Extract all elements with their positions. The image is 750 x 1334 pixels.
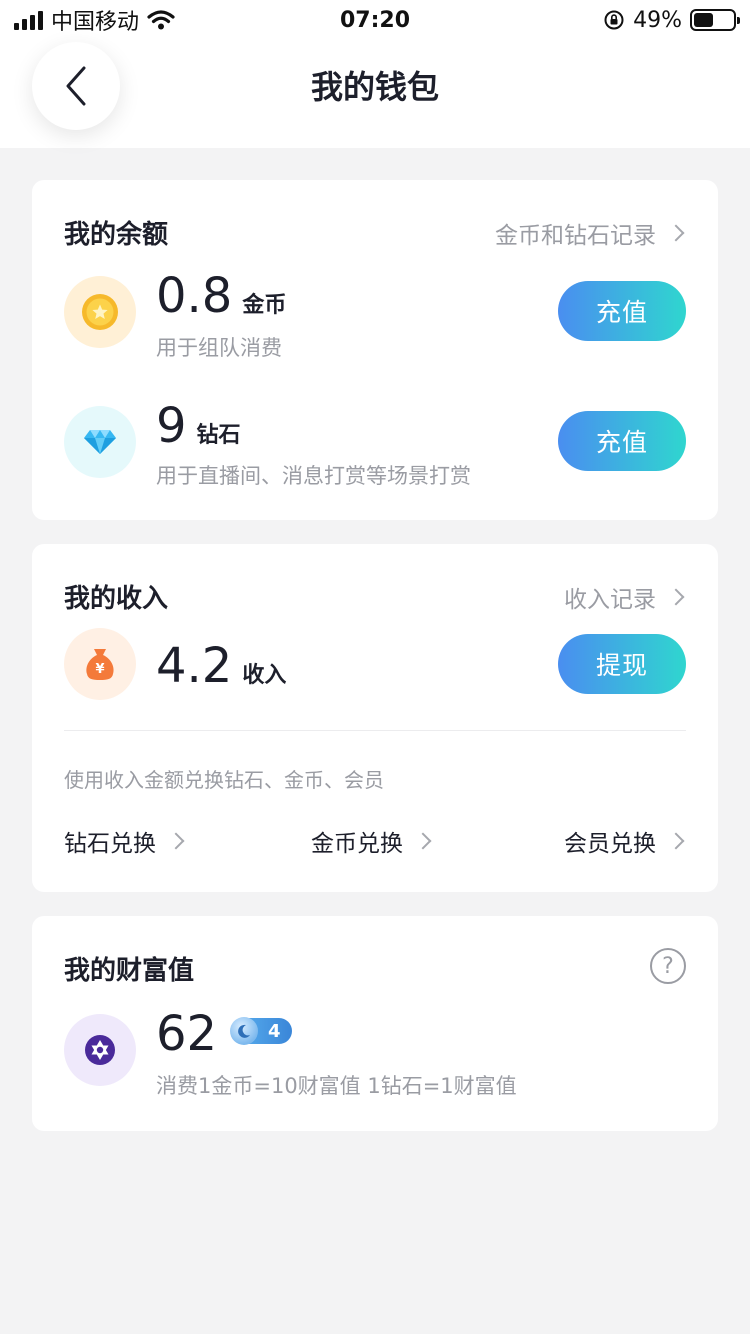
status-left: 中国移动 <box>14 4 175 36</box>
diamond-unit: 钻石 <box>196 423 241 448</box>
member-exchange-link[interactable]: 会员兑换 <box>564 824 685 858</box>
wealth-desc: 消费1金币=10财富值 1钻石=1财富值 <box>156 1074 517 1098</box>
rotation-lock-icon <box>604 10 624 30</box>
diamond-recharge-button[interactable]: 充值 <box>558 411 686 471</box>
chevron-right-icon <box>667 832 685 850</box>
balance-record-link[interactable]: 金币和钻石记录 <box>495 216 685 250</box>
wealth-icon-wrap <box>64 1014 136 1086</box>
status-right: 49% <box>603 7 740 33</box>
chevron-right-icon <box>667 224 685 242</box>
battery-percent: 49% <box>633 7 682 33</box>
coin-desc: 用于组队消费 <box>156 336 282 360</box>
diamond-value: 9 <box>156 398 187 454</box>
member-exchange-label: 会员兑换 <box>564 831 656 857</box>
diamond-icon-wrap <box>64 406 136 478</box>
battery-icon <box>690 9 740 31</box>
status-bar: 中国移动 07:20 49% <box>0 0 750 40</box>
battery-fill <box>694 13 713 27</box>
star-of-david-icon <box>85 1035 115 1065</box>
wifi-icon <box>147 10 175 30</box>
income-record-link[interactable]: 收入记录 <box>564 580 685 614</box>
wealth-title: 我的财富值 <box>64 956 195 986</box>
diamond-desc: 用于直播间、消息打赏等场景打赏 <box>156 464 471 488</box>
diamond-exchange-label: 钻石兑换 <box>64 831 156 857</box>
gold-coin-icon <box>82 294 118 330</box>
svg-text:¥: ¥ <box>95 662 104 677</box>
signal-icon <box>14 10 43 30</box>
balance-record-label: 金币和钻石记录 <box>495 223 656 249</box>
income-value: 4.2 <box>156 638 233 694</box>
exchange-note: 使用收入金额兑换钻石、金币、会员 <box>64 768 384 792</box>
balance-title: 我的余额 <box>64 220 169 250</box>
income-record-label: 收入记录 <box>564 587 656 613</box>
income-balance: 4.2 收入 <box>156 642 286 690</box>
diamond-exchange-link[interactable]: 钻石兑换 <box>64 824 185 858</box>
diamond-icon <box>84 430 116 454</box>
coin-balance: 0.8 金币 <box>156 272 286 320</box>
page-title: 我的钱包 <box>310 68 439 106</box>
withdraw-button[interactable]: 提现 <box>558 634 686 694</box>
wealth-level-badge: 4 <box>230 1017 292 1045</box>
wealth-balance: 62 <box>156 1010 217 1058</box>
coin-unit: 金币 <box>242 293 287 318</box>
coin-exchange-link[interactable]: 金币兑换 <box>311 824 432 858</box>
coin-exchange-label: 金币兑换 <box>311 831 403 857</box>
chevron-right-icon <box>167 832 185 850</box>
diamond-balance: 9 钻石 <box>156 402 241 450</box>
coin-recharge-button[interactable]: 充值 <box>558 281 686 341</box>
moon-icon <box>230 1017 258 1045</box>
income-title: 我的收入 <box>64 584 169 614</box>
chevron-right-icon <box>667 588 685 606</box>
money-bag-icon-wrap: ¥ <box>64 628 136 700</box>
balance-card: 我的余额 金币和钻石记录 0.8 金币 用于组队消费 充值 9 钻石 用于直播间… <box>32 180 718 520</box>
divider <box>64 730 686 731</box>
coin-icon-wrap <box>64 276 136 348</box>
coin-value: 0.8 <box>156 268 233 324</box>
chevron-right-icon <box>414 832 432 850</box>
wealth-card: 我的财富值 ? 62 4 消费1金币=10财富值 1钻石=1财富值 <box>32 916 718 1131</box>
wealth-level: 4 <box>268 1020 281 1042</box>
carrier-label: 中国移动 <box>51 10 140 35</box>
wealth-value: 62 <box>156 1006 218 1062</box>
income-card: 我的收入 收入记录 ¥ 4.2 收入 提现 使用收入金额兑换钻石、金币、会员 钻… <box>32 544 718 892</box>
money-bag-icon: ¥ <box>86 649 114 680</box>
nav-bar: 我的钱包 <box>0 40 750 148</box>
help-icon[interactable]: ? <box>650 948 686 984</box>
income-unit: 收入 <box>242 663 287 688</box>
